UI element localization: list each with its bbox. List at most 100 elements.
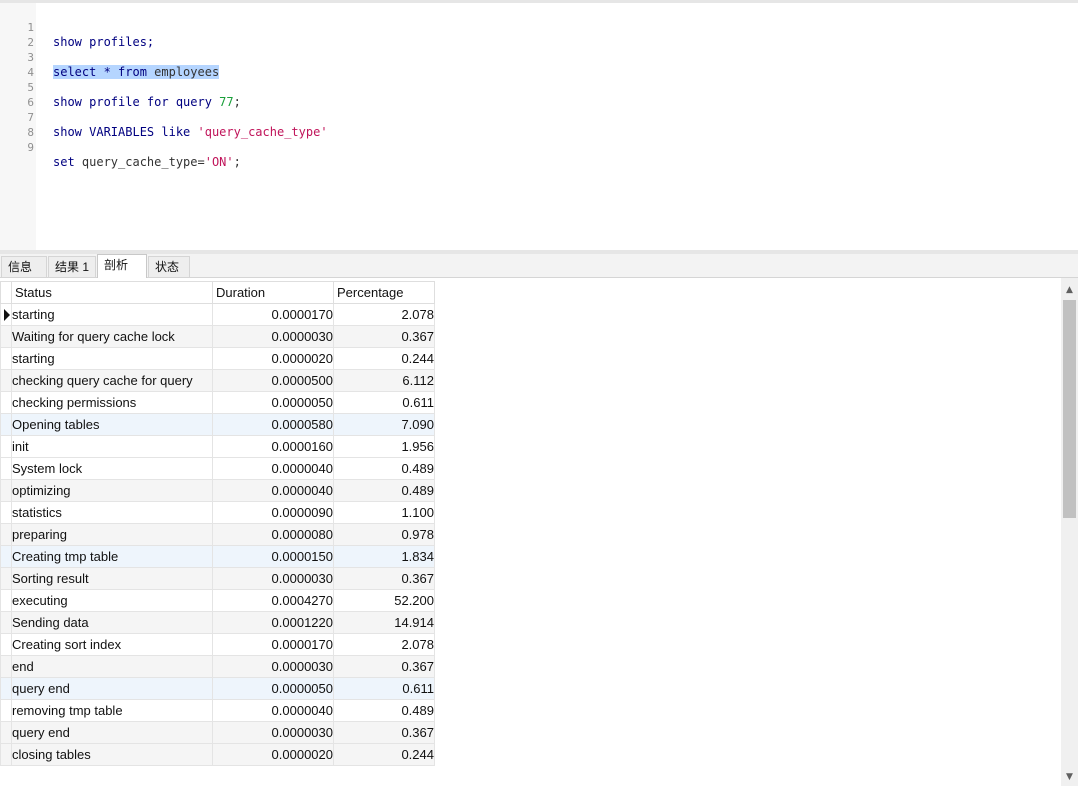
- code-text[interactable]: show VARIABLES like 'query_cache_type': [53, 125, 328, 140]
- scroll-thumb[interactable]: [1063, 300, 1076, 518]
- column-header-status[interactable]: Status: [11, 281, 213, 304]
- table-row[interactable]: checking permissions 0.0000050 0.611: [0, 391, 435, 414]
- percentage-cell[interactable]: 0.244: [333, 743, 435, 766]
- row-selector[interactable]: [0, 413, 12, 436]
- percentage-cell[interactable]: 52.200: [333, 589, 435, 612]
- percentage-cell[interactable]: 2.078: [333, 303, 435, 326]
- code-line-8[interactable]: 8: [0, 110, 34, 139]
- status-cell[interactable]: end: [11, 655, 213, 678]
- row-selector[interactable]: [0, 435, 12, 458]
- row-selector[interactable]: [0, 699, 12, 722]
- status-cell[interactable]: init: [11, 435, 213, 458]
- status-cell[interactable]: Creating sort index: [11, 633, 213, 656]
- status-cell[interactable]: starting: [11, 347, 213, 370]
- percentage-cell[interactable]: 1.100: [333, 501, 435, 524]
- percentage-cell[interactable]: 0.244: [333, 347, 435, 370]
- status-cell[interactable]: Waiting for query cache lock: [11, 325, 213, 348]
- duration-cell[interactable]: 0.0000150: [212, 545, 334, 568]
- table-row[interactable]: Sorting result 0.0000030 0.367: [0, 567, 435, 590]
- percentage-cell[interactable]: 0.489: [333, 479, 435, 502]
- duration-cell[interactable]: 0.0000040: [212, 479, 334, 502]
- row-selector[interactable]: [0, 743, 12, 766]
- code-line-9[interactable]: 9 set query_cache_type='ON';: [0, 125, 241, 169]
- duration-cell[interactable]: 0.0000040: [212, 457, 334, 480]
- row-selector[interactable]: [0, 523, 12, 546]
- percentage-cell[interactable]: 0.978: [333, 523, 435, 546]
- row-selector[interactable]: [0, 589, 12, 612]
- duration-cell[interactable]: 0.0000030: [212, 655, 334, 678]
- code-text[interactable]: show profiles;: [53, 35, 154, 50]
- status-cell[interactable]: preparing: [11, 523, 213, 546]
- percentage-cell[interactable]: 6.112: [333, 369, 435, 392]
- tab-status[interactable]: 状态: [148, 256, 190, 277]
- row-selector[interactable]: [0, 457, 12, 480]
- row-selector[interactable]: [0, 677, 12, 700]
- table-row[interactable]: optimizing 0.0000040 0.489: [0, 479, 435, 502]
- status-cell[interactable]: optimizing: [11, 479, 213, 502]
- table-row[interactable]: end 0.0000030 0.367: [0, 655, 435, 678]
- percentage-cell[interactable]: 0.367: [333, 655, 435, 678]
- percentage-cell[interactable]: 0.367: [333, 325, 435, 348]
- row-selector[interactable]: [0, 633, 12, 656]
- table-row[interactable]: executing 0.0004270 52.200: [0, 589, 435, 612]
- duration-cell[interactable]: 0.0000090: [212, 501, 334, 524]
- code-text[interactable]: select * from employees: [53, 65, 220, 80]
- status-cell[interactable]: checking query cache for query: [11, 369, 213, 392]
- percentage-cell[interactable]: 0.489: [333, 699, 435, 722]
- status-cell[interactable]: checking permissions: [11, 391, 213, 414]
- row-selector[interactable]: [0, 611, 12, 634]
- code-line-7[interactable]: 7 show VARIABLES like 'query_cache_type': [0, 95, 327, 139]
- percentage-cell[interactable]: 0.489: [333, 457, 435, 480]
- duration-cell[interactable]: 0.0001220: [212, 611, 334, 634]
- row-selector[interactable]: [0, 479, 12, 502]
- table-row[interactable]: starting 0.0000020 0.244: [0, 347, 435, 370]
- percentage-cell[interactable]: 0.611: [333, 677, 435, 700]
- duration-cell[interactable]: 0.0000080: [212, 523, 334, 546]
- table-row[interactable]: Sending data 0.0001220 14.914: [0, 611, 435, 634]
- duration-cell[interactable]: 0.0000030: [212, 567, 334, 590]
- percentage-cell[interactable]: 0.611: [333, 391, 435, 414]
- status-cell[interactable]: statistics: [11, 501, 213, 524]
- table-row[interactable]: query end 0.0000030 0.367: [0, 721, 435, 744]
- status-cell[interactable]: Sorting result: [11, 567, 213, 590]
- sql-editor[interactable]: 1 show profiles; 2 3 select * from emplo…: [0, 0, 1078, 250]
- percentage-cell[interactable]: 1.956: [333, 435, 435, 458]
- table-row[interactable]: removing tmp table 0.0000040 0.489: [0, 699, 435, 722]
- table-row[interactable]: checking query cache for query 0.0000500 6…: [0, 369, 435, 392]
- percentage-cell[interactable]: 14.914: [333, 611, 435, 634]
- row-selector[interactable]: [0, 721, 12, 744]
- status-cell[interactable]: query end: [11, 677, 213, 700]
- duration-cell[interactable]: 0.0000050: [212, 677, 334, 700]
- percentage-cell[interactable]: 0.367: [333, 721, 435, 744]
- status-cell[interactable]: Sending data: [11, 611, 213, 634]
- column-header-percentage[interactable]: Percentage: [333, 281, 435, 304]
- row-selector[interactable]: [0, 545, 12, 568]
- duration-cell[interactable]: 0.0000500: [212, 369, 334, 392]
- table-row[interactable]: Waiting for query cache lock 0.0000030 0.3…: [0, 325, 435, 348]
- duration-cell[interactable]: 0.0000020: [212, 743, 334, 766]
- status-cell[interactable]: starting: [11, 303, 213, 326]
- table-row[interactable]: preparing 0.0000080 0.978: [0, 523, 435, 546]
- row-selector[interactable]: [0, 325, 12, 348]
- table-row[interactable]: query end 0.0000050 0.611: [0, 677, 435, 700]
- code-text[interactable]: set query_cache_type='ON';: [53, 155, 241, 170]
- duration-cell[interactable]: 0.0000170: [212, 303, 334, 326]
- table-row[interactable]: starting 0.0000170 2.078: [0, 303, 435, 326]
- duration-cell[interactable]: 0.0000030: [212, 325, 334, 348]
- row-selector[interactable]: [0, 303, 12, 326]
- row-selector[interactable]: [0, 369, 12, 392]
- row-selector[interactable]: [0, 391, 12, 414]
- table-row[interactable]: Opening tables 0.0000580 7.090: [0, 413, 435, 436]
- code-line-3[interactable]: 3 select * from employees: [0, 35, 220, 79]
- table-row[interactable]: init 0.0000160 1.956: [0, 435, 435, 458]
- code-text[interactable]: show profile for query 77;: [53, 95, 241, 110]
- percentage-cell[interactable]: 2.078: [333, 633, 435, 656]
- tab-profile[interactable]: 剖析: [97, 254, 147, 278]
- code-line-2[interactable]: 2: [0, 20, 34, 49]
- duration-cell[interactable]: 0.0000020: [212, 347, 334, 370]
- vertical-scrollbar[interactable]: ▲ ▼: [1061, 278, 1078, 786]
- table-row[interactable]: closing tables 0.0000020 0.244: [0, 743, 435, 766]
- status-cell[interactable]: query end: [11, 721, 213, 744]
- status-cell[interactable]: executing: [11, 589, 213, 612]
- scroll-up-icon[interactable]: ▲: [1061, 282, 1078, 299]
